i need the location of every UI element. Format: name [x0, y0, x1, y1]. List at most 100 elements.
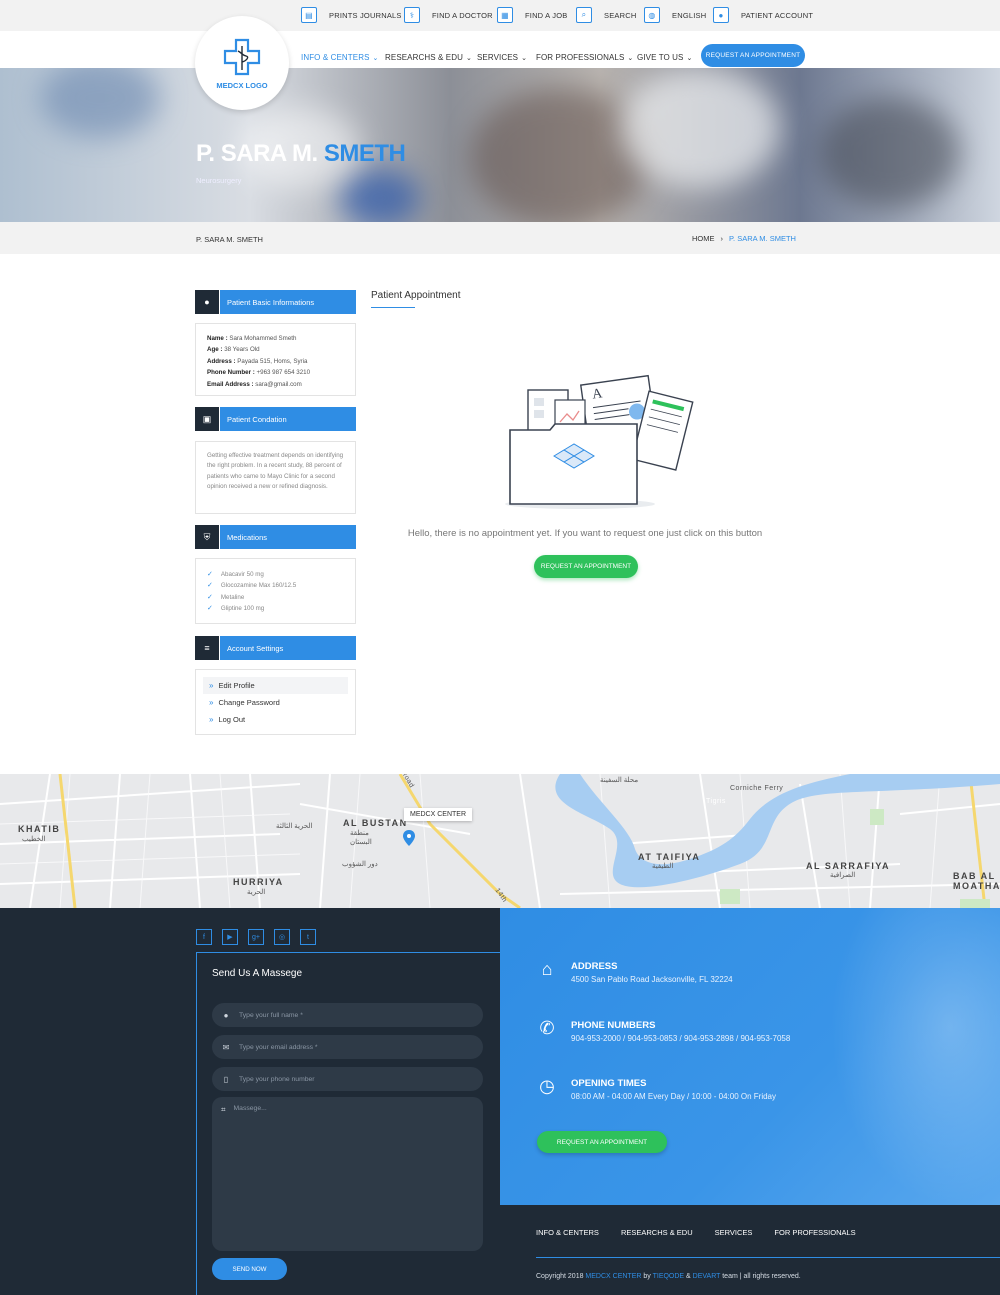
- medcx-center-link[interactable]: MEDCX CENTER: [585, 1273, 641, 1280]
- logo-text: MEDCX LOGO: [216, 80, 268, 90]
- medication-item: ✓ Gliptine 100 mg: [207, 603, 344, 614]
- check-icon: ✓: [207, 593, 213, 601]
- breadcrumb-home-link[interactable]: HOME: [692, 234, 715, 243]
- nav-give-to-us[interactable]: GIVE TO US ⌄: [637, 53, 692, 62]
- send-now-button[interactable]: SEND NOW: [212, 1258, 287, 1280]
- topbar-item-search[interactable]: ⌕ SEARCH: [576, 7, 636, 23]
- medication-item: ✓ Glocozamine Max 160/12.5: [207, 580, 344, 591]
- hours-title: OPENING TIMES: [571, 1078, 647, 1089]
- topbar-item-language[interactable]: ◍ ENGLISH: [644, 7, 706, 23]
- map-label: منطقة: [350, 830, 369, 837]
- nav-services[interactable]: SERVICES ⌄: [477, 53, 527, 62]
- footer-link-services[interactable]: SERVICES: [715, 1228, 753, 1237]
- hero-banner: [0, 68, 1000, 222]
- phone-input[interactable]: ▯ Type your phone number: [212, 1067, 483, 1091]
- phone-icon: ▯: [223, 1074, 229, 1084]
- map-label: Corniche Ferry: [730, 785, 784, 792]
- list-icon: ≡: [195, 636, 219, 660]
- page-subtitle: Neurosurgery: [196, 176, 242, 185]
- nav-researchs-edu[interactable]: RESEARCHS & EDU ⌄: [385, 53, 472, 62]
- map-label: الحرية: [247, 889, 266, 896]
- site-logo[interactable]: MEDCX LOGO: [195, 16, 289, 110]
- hours-text: 08:00 AM - 04:00 AM Every Day / 10:00 - …: [571, 1092, 776, 1101]
- user-icon: ●: [713, 7, 729, 23]
- empty-state-message: Hello, there is no appointment yet. If y…: [407, 528, 763, 539]
- edit-profile-link[interactable]: » Edit Profile: [203, 677, 348, 694]
- map-label: Tigris: [706, 798, 726, 805]
- search-icon: ⌕: [576, 7, 592, 23]
- medication-item: ✓ Metaline: [207, 592, 344, 603]
- map-location-callout: MEDCX CENTER: [404, 808, 473, 821]
- map-label: محلة السفينة: [600, 777, 639, 784]
- topbar-item-patient-account[interactable]: ● PATIENT ACCOUNT: [713, 7, 813, 23]
- map-label: AL BUSTAN: [343, 818, 408, 828]
- tieqode-link[interactable]: TIEQODE: [653, 1273, 685, 1280]
- section-title: Patient Appointment: [371, 290, 461, 301]
- nav-for-professionals[interactable]: FOR PROFESSIONALS ⌄: [536, 53, 633, 62]
- footer-link-for-professionals[interactable]: FOR PROFESSIONALS: [774, 1228, 855, 1237]
- user-icon: ●: [223, 1010, 229, 1020]
- topbar-item-find-doctor[interactable]: ⚕ FIND A DOCTOR: [404, 7, 493, 23]
- map-label: دور الشؤوب: [342, 861, 378, 868]
- info-name: Name : Sara Mohammed Smeth: [207, 335, 297, 342]
- footer-link-researchs-edu[interactable]: RESEARCHS & EDU: [621, 1228, 693, 1237]
- map-label: الخطيب: [22, 836, 46, 843]
- full-name-input[interactable]: ● Type your full name *: [212, 1003, 483, 1027]
- youtube-icon[interactable]: ▶: [222, 929, 238, 945]
- condition-text: Getting effective treatment depends on i…: [207, 452, 344, 491]
- info-address: Address : Payada 515, Homs, Syria: [207, 357, 308, 365]
- check-icon: ✓: [207, 571, 213, 578]
- medication-item: ✓ Abacavir 50 mg: [207, 569, 344, 580]
- email-input[interactable]: ✉ Type your email address *: [212, 1035, 483, 1059]
- devart-link[interactable]: DEVART: [693, 1273, 721, 1280]
- clock-icon: ◷: [539, 1076, 555, 1096]
- breadcrumb-current: P. SARA M. SMETH: [729, 234, 796, 243]
- topbar-item-journals[interactable]: ▤ PRINTS JOURNALS: [301, 7, 402, 23]
- footer-divider: [536, 1257, 1000, 1258]
- breadcrumb-bar: [0, 222, 1000, 254]
- copyright-text: Copyright 2018 MEDCX CENTER by TIEQODE &…: [536, 1273, 801, 1280]
- chevron-down-icon: ⌄: [372, 55, 379, 62]
- message-textarea[interactable]: ⌗ Massege...: [212, 1097, 483, 1251]
- globe-icon: ◍: [644, 7, 660, 23]
- footer-link-info-centers[interactable]: INFO & CENTERS: [536, 1228, 599, 1237]
- contact-form-title: Send Us A Massege: [212, 968, 303, 979]
- location-map[interactable]: KHATIB الخطيب AL BUSTAN منطقة البستان HU…: [0, 774, 1000, 908]
- change-password-link[interactable]: » Change Password: [203, 694, 348, 711]
- document-icon: ▦: [497, 7, 513, 23]
- map-label: AL SARRAFIYA: [806, 861, 891, 871]
- footer-bottom-bar: [500, 1205, 1000, 1295]
- twitter-icon[interactable]: t: [300, 929, 316, 945]
- instagram-icon[interactable]: ◎: [274, 929, 290, 945]
- logout-link[interactable]: » Log Out: [203, 711, 348, 728]
- breadcrumb-page-name: P. SARA M. SMETH: [196, 235, 263, 244]
- account-settings-header: ≡ Account Settings: [195, 636, 356, 660]
- request-appointment-button[interactable]: REQUEST AN APPOINTMENT: [534, 555, 638, 578]
- address-text: 4500 San Pablo Road Jacksonville, FL 322…: [571, 975, 733, 984]
- account-settings-box: » Edit Profile » Change Password » Log Out: [195, 669, 356, 735]
- phone-title: PHONE NUMBERS: [571, 1020, 656, 1031]
- map-label: KHATIB: [18, 824, 61, 834]
- info-phone: Phone Number : +963 987 654 3210: [207, 369, 311, 377]
- address-title: ADDRESS: [571, 961, 618, 972]
- clipboard-icon: ▣: [195, 407, 219, 431]
- user-icon: ●: [195, 290, 219, 314]
- journal-icon: ▤: [301, 7, 317, 23]
- request-appointment-button[interactable]: REQUEST AN APPOINTMENT: [537, 1131, 667, 1153]
- facebook-icon[interactable]: f: [196, 929, 212, 945]
- map-label: البستان: [350, 839, 372, 846]
- info-age: Age : 38 Years Old: [207, 346, 260, 354]
- footer-links: INFO & CENTERS RESEARCHS & EDU SERVICES …: [536, 1228, 878, 1237]
- map-label: الطيفية: [652, 863, 674, 870]
- map-label: الصرافية: [830, 872, 856, 879]
- map-label: الحرية الثالثة: [276, 823, 313, 830]
- phone-icon: ✆: [539, 1018, 555, 1038]
- topbar-item-find-job[interactable]: ▦ FIND A JOB: [497, 7, 567, 23]
- double-chevron-right-icon: »: [209, 715, 214, 724]
- medications-box: ✓ Abacavir 50 mg ✓ Glocozamine Max 160/12.…: [195, 558, 356, 624]
- nav-info-centers[interactable]: INFO & CENTERS ⌄: [301, 53, 379, 62]
- home-icon: ⌂: [541, 959, 553, 979]
- google-plus-icon[interactable]: g+: [248, 929, 264, 945]
- condition-header: ▣ Patient Condation: [195, 407, 356, 431]
- request-appointment-button[interactable]: REQUEST AN APPOINTMENT: [701, 44, 805, 67]
